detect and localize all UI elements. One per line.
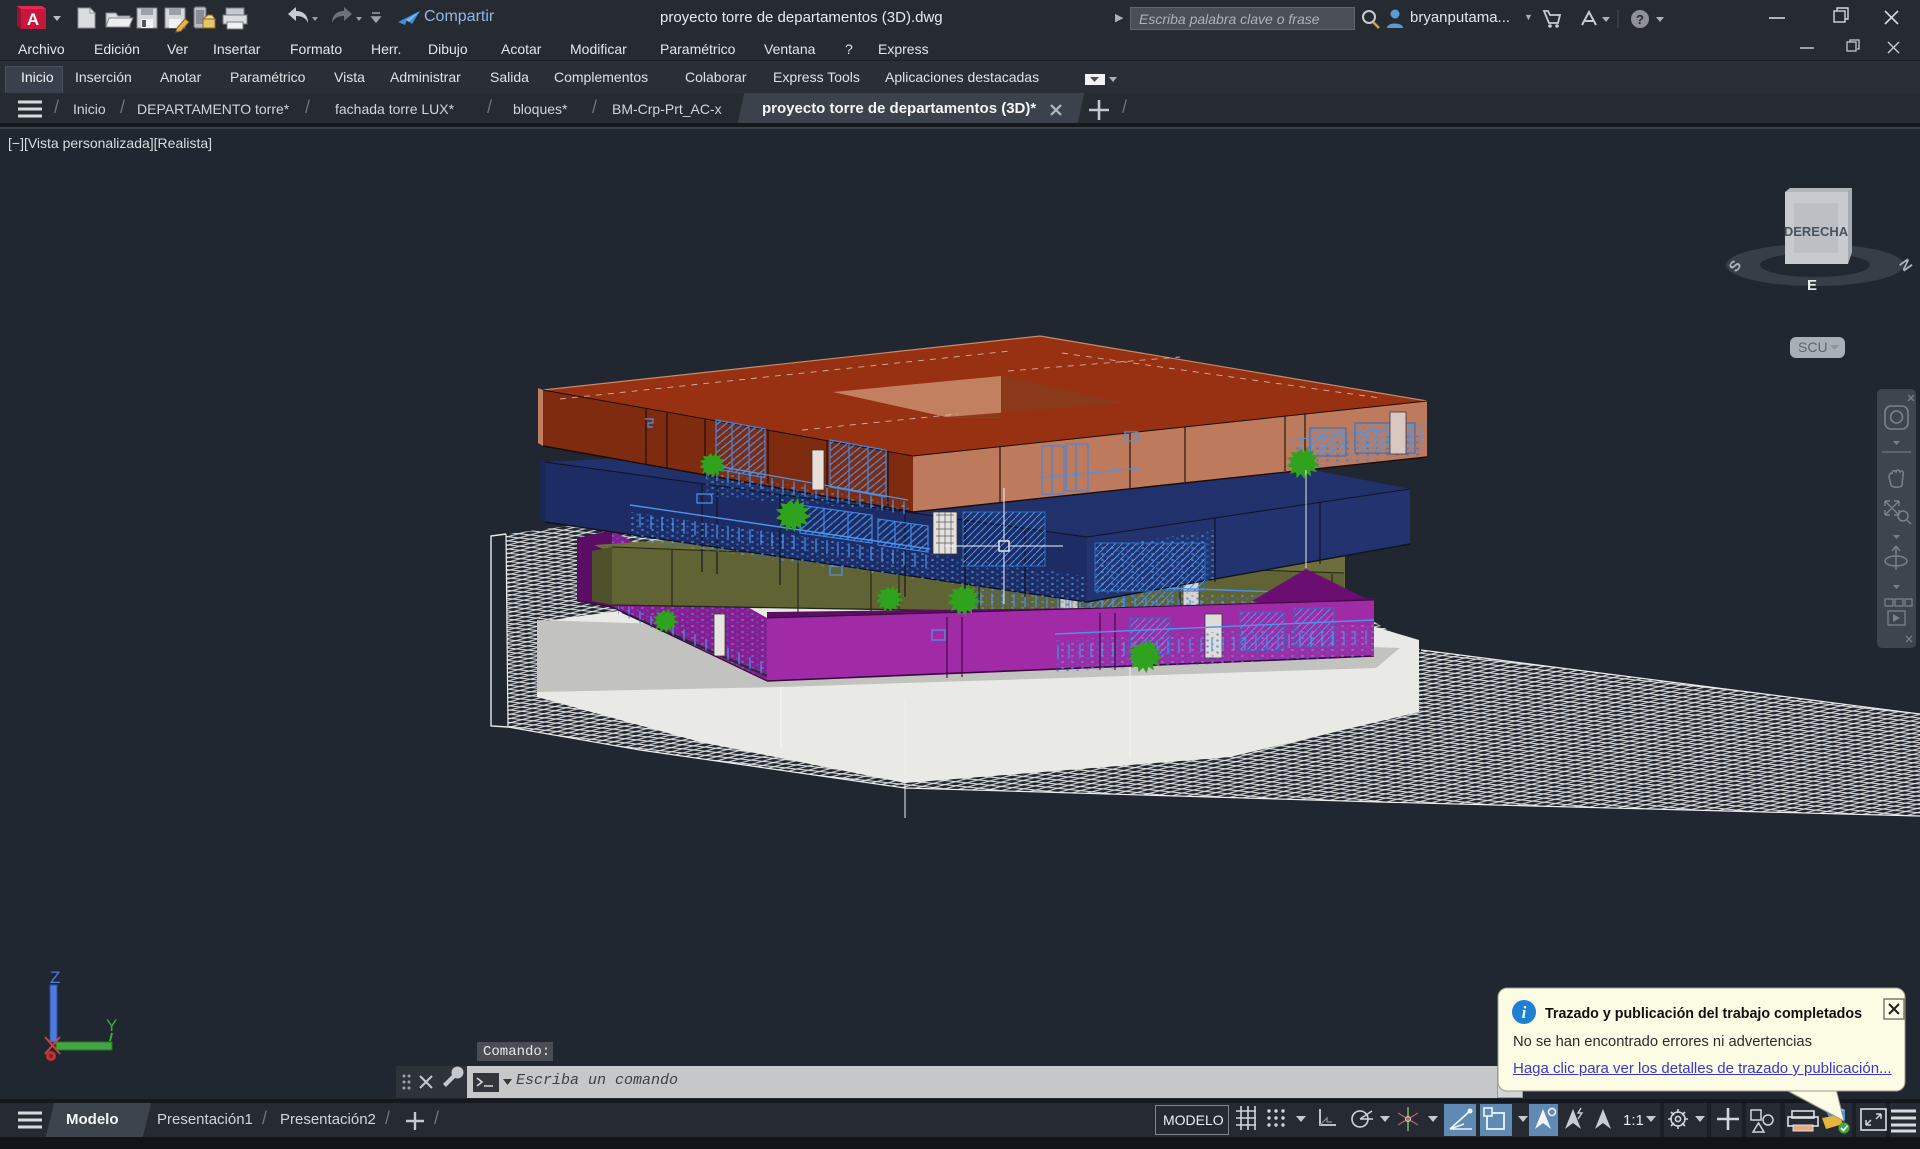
svg-text:A: A <box>27 10 39 29</box>
svg-text:Trazado y publicación del trab: Trazado y publicación del trabajo comple… <box>1545 1005 1862 1022</box>
svg-text:Y: Y <box>106 1016 117 1035</box>
svg-text:Z: Z <box>50 968 60 987</box>
svg-text:No se han encontrado errores n: No se han encontrado errores ni adverten… <box>1513 1033 1812 1050</box>
svg-text:E: E <box>1807 277 1817 294</box>
svg-text:i: i <box>1522 1003 1527 1022</box>
svg-text:DERECHA: DERECHA <box>1784 224 1849 239</box>
svg-text:?: ? <box>1636 12 1644 27</box>
